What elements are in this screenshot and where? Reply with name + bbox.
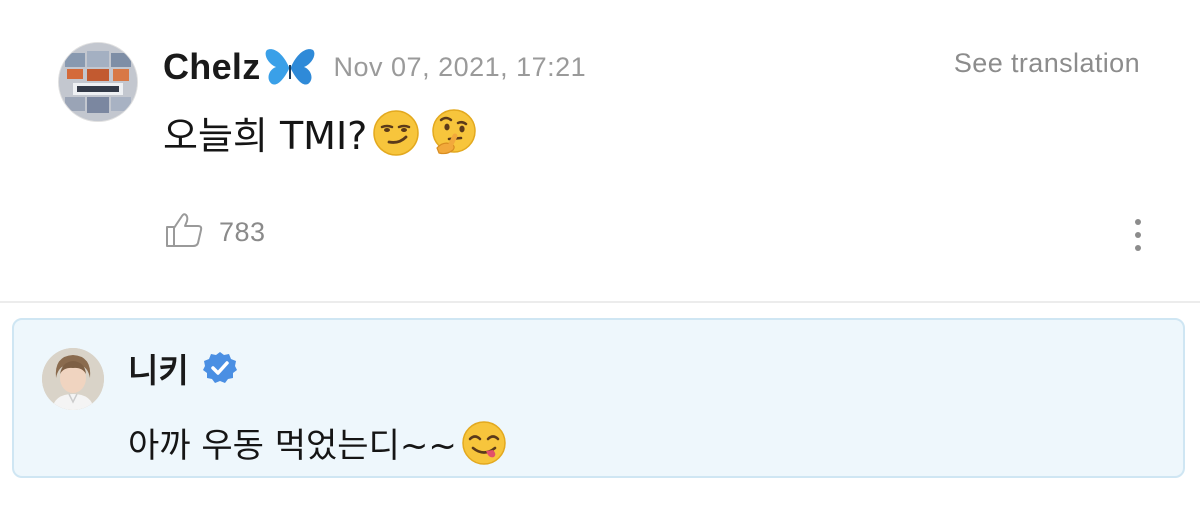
post-text: 오늘희 TMI? [163,114,368,158]
more-options-button[interactable] [1126,216,1150,256]
reply-author-row: 니키 [128,348,237,390]
see-translation-link[interactable]: See translation [954,48,1140,79]
divider [0,301,1200,303]
thinking-face-icon [429,108,479,158]
smirking-face-icon [371,108,421,158]
reply-author-name[interactable]: 니키 [128,344,189,392]
verified-badge-icon [202,351,237,385]
post-timestamp: Nov 07, 2021, 17:21 [333,51,587,82]
author-row: Chelz Nov 07, 2021, 17:21 [163,42,586,92]
face-savoring-food-icon [461,420,507,466]
reply-card: 니키 아까 우동 먹었는디~~ [12,318,1185,478]
reply-text: 아까 우동 먹었는디~~ [128,426,457,466]
reply-author-avatar[interactable] [42,348,104,410]
author-name[interactable]: Chelz [163,46,261,88]
more-vertical-icon [1135,219,1141,251]
post-text-row: 오늘희 TMI? [163,105,479,160]
butterfly-icon [264,47,316,87]
like-button[interactable] [165,212,203,253]
author-avatar[interactable] [58,42,138,122]
like-count: 783 [219,217,266,247]
reply-text-row: 아까 우동 먹었는디~~ [128,418,507,467]
thumbs-up-icon [166,213,203,247]
like-row: 783 [165,212,266,253]
post: Chelz Nov 07, 2021, 17:21 See translatio… [0,0,1200,300]
